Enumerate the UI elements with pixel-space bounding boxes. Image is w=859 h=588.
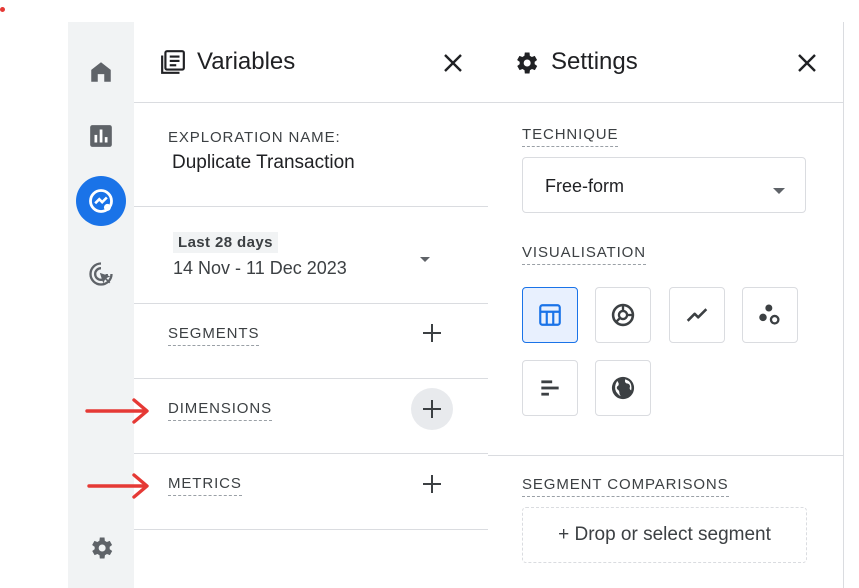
annotation-arrow-icon xyxy=(84,397,152,430)
explore-icon[interactable] xyxy=(76,176,126,226)
drop-segment-zone[interactable]: + Drop or select segment xyxy=(522,507,807,563)
red-dot-mark xyxy=(0,7,5,12)
viz-table-button[interactable] xyxy=(522,287,578,343)
exploration-name-input[interactable]: Duplicate Transaction xyxy=(172,152,355,174)
divider xyxy=(134,303,488,304)
variables-panel xyxy=(134,22,489,588)
advertising-icon[interactable] xyxy=(81,254,121,294)
viz-line-button[interactable] xyxy=(669,287,725,343)
home-icon[interactable] xyxy=(81,52,121,92)
divider xyxy=(488,102,843,103)
viz-scatter-button[interactable] xyxy=(742,287,798,343)
scatter-plot-icon xyxy=(759,304,780,325)
date-dropdown-icon[interactable] xyxy=(419,251,431,269)
geo-map-icon xyxy=(611,376,635,400)
add-segment-icon[interactable] xyxy=(420,321,444,345)
date-range-preset: Last 28 days xyxy=(173,232,278,253)
divider xyxy=(488,455,843,456)
dimensions-label[interactable]: DIMENSIONS xyxy=(168,400,273,421)
donut-chart-icon xyxy=(611,303,635,327)
settings-gear-icon[interactable] xyxy=(81,528,121,568)
viz-geo-button[interactable] xyxy=(595,360,651,416)
add-metric-icon[interactable] xyxy=(420,472,444,496)
technique-select[interactable]: Free-form xyxy=(522,157,806,213)
table-icon xyxy=(539,304,561,326)
settings-title: Settings xyxy=(551,48,638,75)
close-settings-icon[interactable] xyxy=(795,51,819,75)
divider xyxy=(134,529,488,530)
chevron-down-icon xyxy=(772,182,786,200)
bar-chart-icon xyxy=(541,380,559,396)
add-dimension-button[interactable] xyxy=(411,388,453,430)
date-range-text[interactable]: 14 Nov - 11 Dec 2023 xyxy=(173,258,347,279)
divider xyxy=(134,206,488,207)
line-chart-icon xyxy=(686,308,708,322)
divider xyxy=(134,378,488,379)
variables-icon xyxy=(160,49,186,80)
technique-label: TECHNIQUE xyxy=(522,126,619,147)
variables-title: Variables xyxy=(197,48,296,75)
plus-icon xyxy=(423,400,441,418)
reports-icon[interactable] xyxy=(81,116,121,156)
technique-value: Free-form xyxy=(545,176,625,196)
segments-label[interactable]: SEGMENTS xyxy=(168,325,260,346)
visualisation-label: VISUALISATION xyxy=(522,244,646,265)
metrics-label[interactable]: METRICS xyxy=(168,475,242,496)
divider xyxy=(134,102,488,103)
exploration-name-label: EXPLORATION NAME: xyxy=(168,129,341,146)
annotation-arrow-icon xyxy=(86,472,152,505)
viz-donut-button[interactable] xyxy=(595,287,651,343)
divider xyxy=(134,453,488,454)
viz-bar-button[interactable] xyxy=(522,360,578,416)
settings-icon xyxy=(512,49,540,82)
segment-comparisons-label: SEGMENT COMPARISONS xyxy=(522,476,729,497)
close-variables-icon[interactable] xyxy=(441,51,465,75)
